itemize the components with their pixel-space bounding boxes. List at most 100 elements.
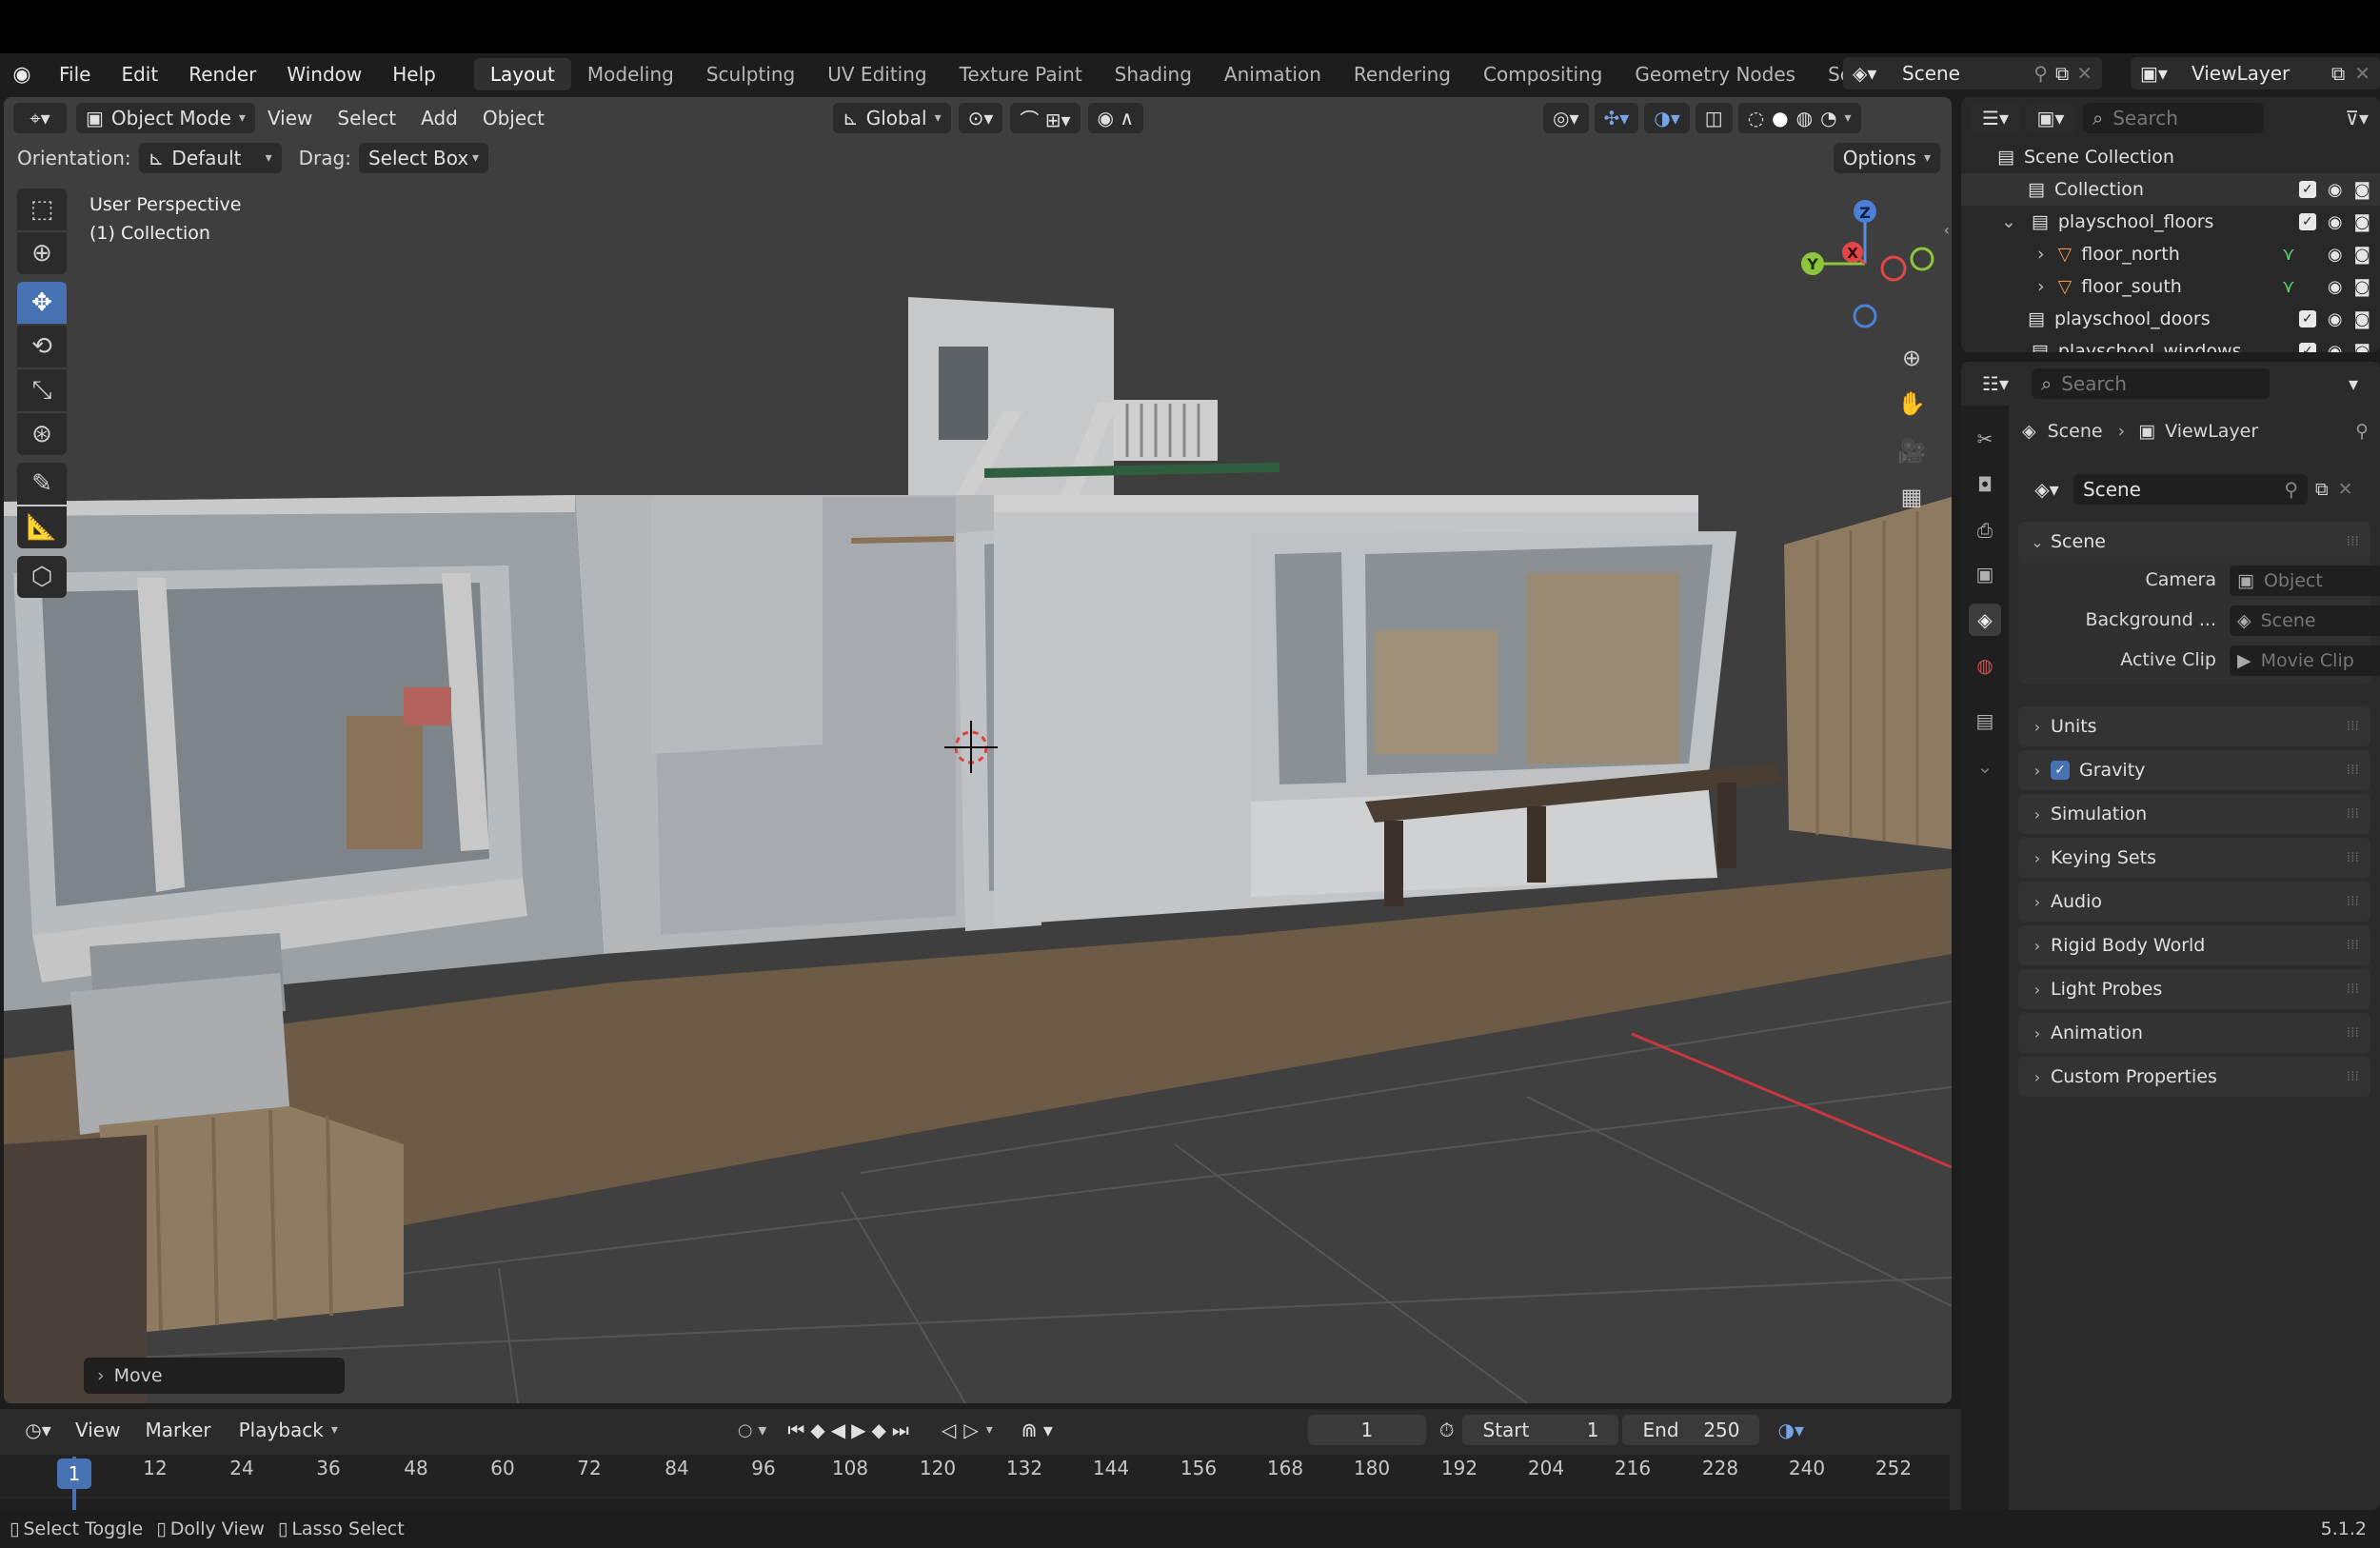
eye-icon[interactable]: ◉	[2328, 342, 2343, 353]
current-frame-field[interactable]: 1	[1307, 1415, 1426, 1445]
simulation-panel[interactable]: › Simulation ⁞⁞⁞	[2018, 794, 2370, 834]
render-tab-icon[interactable]: ◘	[1969, 468, 2001, 501]
scale-tool-icon[interactable]: ⤡	[17, 369, 67, 411]
menu-render[interactable]: Render	[173, 63, 271, 86]
outliner-row[interactable]: ▤ Scene Collection	[1961, 141, 2380, 173]
end-frame-field[interactable]: End 250	[1621, 1415, 1759, 1445]
scene-tab-icon[interactable]: ◈	[1969, 604, 2001, 636]
camera-icon[interactable]: ◙	[2354, 277, 2370, 297]
next-keyframe-icon[interactable]: ◆	[872, 1419, 892, 1441]
exclude-checkbox[interactable]: ✓	[2298, 181, 2316, 198]
rotate-tool-icon[interactable]: ⟲	[17, 326, 67, 367]
timeline-menu-marker[interactable]: Marker	[132, 1419, 223, 1441]
keying-sets-panel[interactable]: › Keying Sets ⁞⁞⁞	[2018, 838, 2370, 878]
exclude-checkbox[interactable]: ✓	[2298, 310, 2316, 327]
scene-datablock-field[interactable]: Scene ⚲	[2073, 474, 2308, 505]
chevron-down-icon[interactable]: ⌄	[2001, 341, 2016, 352]
gizmo-neg-y-icon[interactable]	[1910, 247, 1934, 271]
menu-help[interactable]: Help	[377, 63, 451, 86]
outliner-row[interactable]: › ▽ floor_south ⋎ ◉ ◙	[1961, 270, 2380, 303]
menu-view[interactable]: View	[255, 107, 325, 129]
menu-select[interactable]: Select	[325, 107, 408, 129]
prev-keyframe-icon[interactable]: ◆	[810, 1419, 830, 1441]
transform-tool-icon[interactable]: ⊛	[17, 413, 67, 455]
outliner-row[interactable]: ⌄ ▤ playschool_windows ✓ ◉ ◙	[1961, 335, 2380, 352]
background-scene-field[interactable]: ◈ Scene	[2230, 605, 2380, 636]
timeline-overlay-button[interactable]: ◑▾	[1768, 1415, 1814, 1445]
new-view-layer-icon[interactable]: ⧉	[2331, 62, 2345, 85]
chevron-down-icon[interactable]: ▾	[986, 1422, 993, 1438]
gizmo-neg-z-icon[interactable]	[1853, 304, 1877, 328]
delete-view-layer-icon[interactable]: ✕	[2354, 62, 2370, 85]
drag-handle-icon[interactable]: ⁞⁞⁞	[2347, 850, 2359, 865]
light-probes-panel[interactable]: › Light Probes ⁞⁞⁞	[2018, 969, 2370, 1009]
eye-icon[interactable]: ◉	[2328, 212, 2343, 232]
outliner-search-input[interactable]: ⌕ Search	[2083, 103, 2264, 133]
overlays-toggle-button[interactable]: ◑▾	[1644, 103, 1690, 133]
audio-panel[interactable]: › Audio ⁞⁞⁞	[2018, 882, 2370, 922]
sidebar-toggle-icon[interactable]: ‹	[1944, 221, 1950, 239]
collection-tab-icon[interactable]: ▤	[1969, 705, 2001, 737]
cursor-tool-icon[interactable]: ⊕	[17, 232, 67, 274]
camera-view-icon[interactable]: 🎥	[1891, 430, 1933, 472]
camera-field[interactable]: ▣ Object ✒	[2230, 566, 2380, 596]
snap-button[interactable]: ⌒ ⊞▾	[1010, 103, 1081, 133]
tool-tab-icon[interactable]: ✂	[1969, 423, 2001, 455]
drag-handle-icon[interactable]: ⁞⁞⁞	[2347, 1025, 2359, 1041]
tab-geometry-nodes[interactable]: Geometry Nodes	[1618, 58, 1812, 90]
new-scene-icon[interactable]: ⧉	[2315, 479, 2329, 500]
xray-toggle-button[interactable]: ◫	[1695, 103, 1733, 133]
gravity-checkbox[interactable]: ✓	[2051, 761, 2070, 780]
3d-viewport[interactable]: ⌖▾ ▣ Object Mode ▾ View Select Add Objec…	[4, 97, 1952, 1403]
eye-icon[interactable]: ◉	[2328, 309, 2343, 329]
units-panel[interactable]: › Units ⁞⁞⁞	[2018, 706, 2370, 746]
solid-shading-icon[interactable]: ●	[1772, 107, 1788, 129]
exclude-checkbox[interactable]: ✓	[2298, 343, 2316, 352]
chevron-right-icon[interactable]: ›	[2037, 276, 2045, 297]
timeline-menu-view[interactable]: View	[63, 1419, 132, 1441]
filter-icon[interactable]: ⊽▾	[2345, 107, 2369, 129]
rigid-body-world-panel[interactable]: › Rigid Body World ⁞⁞⁞	[2018, 925, 2370, 965]
chevron-down-icon[interactable]: ▾	[1845, 110, 1852, 126]
drag-handle-icon[interactable]: ⁞⁞⁞	[2347, 982, 2359, 997]
navigation-gizmo[interactable]: Z Y X	[1794, 192, 1936, 335]
prev-key-icon[interactable]: ◁	[942, 1419, 956, 1441]
move-tool-icon[interactable]: ✥	[17, 282, 67, 324]
outliner-row[interactable]: › ▽ floor_north ⋎ ◉ ◙	[1961, 238, 2380, 270]
orientation-dropdown[interactable]: ⊾ Default ▾	[138, 143, 282, 173]
annotate-tool-icon[interactable]: ✎	[17, 463, 67, 505]
last-operator-panel[interactable]: › Move	[84, 1358, 345, 1394]
pivot-point-button[interactable]: ⊙▾	[958, 103, 1003, 133]
rendered-shading-icon[interactable]: ◔	[1820, 107, 1836, 129]
tab-compositing[interactable]: Compositing	[1467, 58, 1618, 90]
next-key-icon[interactable]: ▷	[963, 1419, 978, 1441]
auto-keying-icon[interactable]: ○ ▾	[738, 1420, 766, 1440]
mode-selector[interactable]: ▣ Object Mode ▾	[76, 103, 255, 133]
drag-handle-icon[interactable]: ⁞⁞⁞	[2347, 806, 2359, 822]
pin-icon[interactable]: ⚲	[2284, 478, 2298, 501]
stopwatch-icon[interactable]: ⏱	[1439, 1419, 1455, 1441]
tab-animation[interactable]: Animation	[1208, 58, 1338, 90]
transform-orientation-selector[interactable]: ⊾ Global ▾	[832, 103, 951, 133]
menu-window[interactable]: Window	[271, 63, 377, 86]
camera-icon[interactable]: ◙	[2354, 342, 2370, 353]
menu-edit[interactable]: Edit	[106, 63, 173, 86]
gizmo-toggle-button[interactable]: ✣▾	[1594, 103, 1639, 133]
zoom-icon[interactable]: ⊕	[1891, 337, 1933, 379]
shading-mode-buttons[interactable]: ◌ ● ◍ ◔ ▾	[1737, 103, 1861, 133]
tab-sculpting[interactable]: Sculpting	[690, 58, 811, 90]
proportional-editing-button[interactable]: ◉ ∧	[1087, 103, 1143, 133]
visibility-button[interactable]: ◎▾	[1543, 103, 1589, 133]
drag-handle-icon[interactable]: ⁞⁞⁞	[2347, 938, 2359, 953]
outliner-row[interactable]: ▤ Collection ✓ ◉ ◙	[1961, 173, 2380, 206]
play-icon[interactable]: ▶	[851, 1419, 871, 1441]
active-clip-field[interactable]: ▶ Movie Clip	[2230, 645, 2380, 676]
timeline-scrollbar[interactable]	[0, 1498, 1950, 1510]
delete-scene-icon[interactable]: ✕	[2076, 62, 2092, 85]
keyframe-nav-buttons[interactable]: ◁ ▷ ▾	[931, 1415, 1002, 1445]
wireframe-shading-icon[interactable]: ◌	[1748, 107, 1764, 129]
scene-selector[interactable]: ◈▾ Scene ⚲ ⧉ ✕	[1843, 57, 2102, 89]
view-layer-tab-icon[interactable]: ▣	[1969, 558, 2001, 590]
eye-icon[interactable]: ◉	[2328, 245, 2343, 265]
animation-panel[interactable]: › Animation ⁞⁞⁞	[2018, 1013, 2370, 1053]
